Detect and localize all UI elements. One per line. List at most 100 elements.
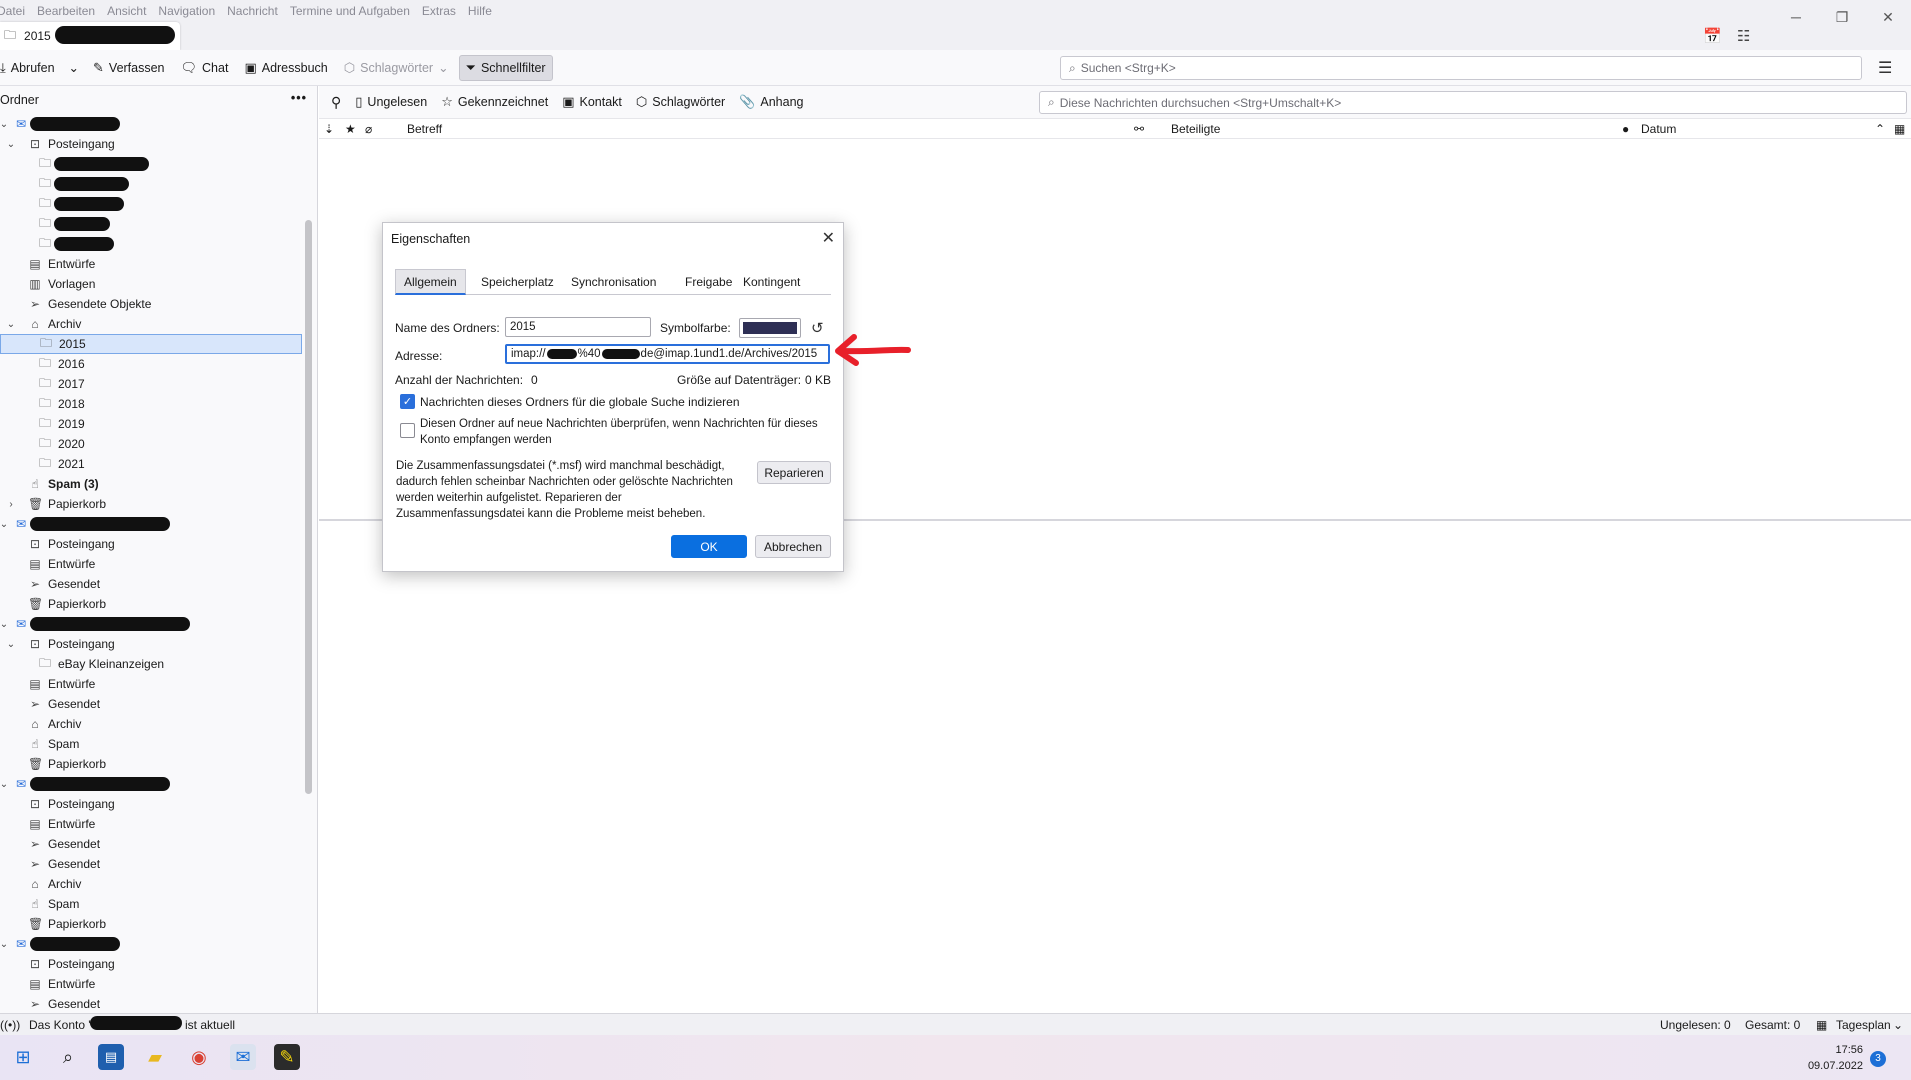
column-correspondents[interactable]: Beteiligte xyxy=(1171,122,1220,136)
tab-sharing[interactable]: Freigabe xyxy=(677,269,740,295)
thunderbird-icon[interactable]: ✉ xyxy=(230,1044,256,1070)
folder-name-input[interactable]: 2015 xyxy=(505,317,651,337)
filter-contact-button[interactable]: ▣ Kontakt xyxy=(562,94,622,110)
folder-row[interactable]: ➢ Gesendet xyxy=(0,574,302,594)
sticky-notes-icon[interactable]: ✎ xyxy=(274,1044,300,1070)
folder-row[interactable]: ➢ Gesendet xyxy=(0,994,302,1013)
folder-row[interactable]: ⌄ ✉ xyxy=(0,614,302,634)
folder-row[interactable]: ▤ Entwürfe xyxy=(0,974,302,994)
get-messages-button[interactable]: ⤓ Abrufen xyxy=(0,55,61,81)
tab-quota[interactable]: Kontingent xyxy=(735,269,808,295)
folder-row[interactable]: ⌄ ✉ xyxy=(0,514,302,534)
windows-start-icon[interactable]: ⊞ xyxy=(10,1044,36,1070)
ok-button[interactable]: OK xyxy=(671,535,747,558)
folder-row[interactable]: 🗀 2018 xyxy=(0,394,302,414)
get-messages-dropdown[interactable]: ⌄ xyxy=(65,55,83,81)
folder-row[interactable]: ⌂ Archiv xyxy=(0,874,302,894)
chevron-down-icon[interactable]: ⌄ xyxy=(0,779,10,790)
star-column-icon[interactable]: ★ xyxy=(345,122,356,136)
chevron-down-icon[interactable]: ⌄ xyxy=(1893,1018,1903,1032)
tab-general[interactable]: Allgemein xyxy=(395,269,466,295)
quickfilter-search-input[interactable]: ⌕ Diese Nachrichten durchsuchen <Strg+Um… xyxy=(1039,91,1907,114)
column-picker-icon[interactable]: ▦ xyxy=(1894,122,1905,136)
folder-row[interactable]: 🗑 Papierkorb xyxy=(0,914,302,934)
folder-row[interactable]: 🗀 xyxy=(0,194,302,214)
folder-row[interactable]: ⊡ Posteingang xyxy=(0,794,302,814)
index-label[interactable]: Nachrichten dieses Ordners für die globa… xyxy=(420,395,740,409)
chevron-down-icon[interactable]: ⌄ xyxy=(5,139,17,150)
chevron-down-icon[interactable]: ⌄ xyxy=(0,619,10,630)
folder-row[interactable]: ☝ Spam (3) xyxy=(0,474,302,494)
thread-column-icon[interactable]: ⚯ xyxy=(1134,122,1144,136)
folder-row[interactable]: 🗀 xyxy=(0,234,302,254)
folder-row[interactable]: ☝ Spam xyxy=(0,894,302,914)
folder-row[interactable]: ➢ Gesendet xyxy=(0,854,302,874)
chevron-down-icon[interactable]: ⌄ xyxy=(0,939,10,950)
folder-row[interactable]: 🗑 Papierkorb xyxy=(0,594,302,614)
folder-scrollbar[interactable] xyxy=(305,220,312,794)
folder-row[interactable]: 🗀 xyxy=(0,214,302,234)
tags-button[interactable]: ⬡ Schlagwörter ⌄ xyxy=(338,55,455,81)
filter-starred-button[interactable]: ☆ Gekennzeichnet xyxy=(441,94,548,110)
calendar-icon[interactable]: 📅 xyxy=(1703,27,1722,45)
folder-row[interactable]: ⊡ Posteingang xyxy=(0,954,302,974)
folder-row[interactable]: 🗀 2020 xyxy=(0,434,302,454)
addressbook-button[interactable]: ▣ Adressbuch xyxy=(238,55,333,81)
folder-row[interactable]: ⌄ ⊡ Posteingang xyxy=(0,634,302,654)
search-icon[interactable]: ⌕ xyxy=(55,1044,81,1070)
folder-row[interactable]: ⌄ ✉ xyxy=(0,774,302,794)
menu-view[interactable]: Ansicht xyxy=(107,4,146,18)
system-clock[interactable]: 17:56 09.07.2022 xyxy=(1808,1042,1863,1074)
folder-row[interactable]: ▤ Entwürfe xyxy=(0,554,302,574)
index-checkbox[interactable]: ✓ xyxy=(400,394,415,409)
chevron-down-icon[interactable]: ⌄ xyxy=(5,639,17,650)
address-input[interactable]: imap:// %40 de@imap.1und1.de/Archives/20… xyxy=(505,344,830,364)
chrome-icon[interactable]: ◉ xyxy=(186,1044,212,1070)
folder-row[interactable]: ➢ Gesendet xyxy=(0,834,302,854)
folder-row[interactable]: ⌄ ⌂ Archiv xyxy=(0,314,302,334)
folder-row[interactable]: ➢ Gesendet xyxy=(0,694,302,714)
tab-storage[interactable]: Speicherplatz xyxy=(473,269,562,295)
check-new-label[interactable]: Diesen Ordner auf neue Nachrichten überp… xyxy=(420,416,820,448)
folder-row[interactable]: 🗀 xyxy=(0,174,302,194)
chat-button[interactable]: 🗨 Chat xyxy=(175,55,235,81)
folder-row[interactable]: ☝ Spam xyxy=(0,734,302,754)
folder-row[interactable]: ▤ Entwürfe xyxy=(0,814,302,834)
more-options-icon[interactable]: ••• xyxy=(291,91,307,105)
folder-row[interactable]: 🗀 2015 xyxy=(0,334,302,354)
cancel-button[interactable]: Abbrechen xyxy=(755,535,831,558)
menu-events[interactable]: Termine und Aufgaben xyxy=(290,4,410,18)
folder-row[interactable]: › 🗑 Papierkorb xyxy=(0,494,302,514)
folder-row[interactable]: 🗀 2019 xyxy=(0,414,302,434)
chevron-down-icon[interactable]: ⌄ xyxy=(5,319,17,330)
store-icon[interactable]: ▤ xyxy=(98,1044,124,1070)
notification-badge[interactable]: 3 xyxy=(1870,1051,1886,1067)
tab-folder-2015[interactable]: 🗀 2015 xyxy=(0,22,180,50)
sticky-filter-button[interactable]: ⚲ xyxy=(331,94,341,111)
global-search-input[interactable]: ⌕ Suchen <Strg+K> xyxy=(1060,56,1862,80)
tab-sync[interactable]: Synchronisation xyxy=(563,269,664,295)
today-pane-toggle[interactable]: Tagesplan xyxy=(1836,1018,1891,1032)
filter-unread-button[interactable]: ▯ Ungelesen xyxy=(355,94,427,110)
menu-edit[interactable]: Bearbeiten xyxy=(37,4,95,18)
menu-go[interactable]: Navigation xyxy=(158,4,215,18)
folder-row[interactable]: ⌄ ✉ xyxy=(0,934,302,954)
sort-ascending-icon[interactable]: ⌃ xyxy=(1875,122,1885,136)
close-icon[interactable]: ✕ xyxy=(822,228,835,248)
column-date[interactable]: Datum xyxy=(1641,122,1676,136)
icon-color-picker[interactable] xyxy=(739,318,801,338)
folder-row[interactable]: ▤ Entwürfe xyxy=(0,254,302,274)
menu-file[interactable]: Datei xyxy=(0,4,25,18)
reset-color-icon[interactable]: ↺ xyxy=(811,319,824,337)
column-subject[interactable]: Betreff xyxy=(407,122,442,136)
tasks-icon[interactable]: ☷ xyxy=(1737,27,1750,45)
chevron-down-icon[interactable]: ⌄ xyxy=(0,519,10,530)
folder-row[interactable]: 🗀 xyxy=(0,154,302,174)
chevron-right-icon[interactable]: › xyxy=(5,499,17,510)
folder-row[interactable]: ▥ Vorlagen xyxy=(0,274,302,294)
folder-row[interactable]: 🗀 eBay Kleinanzeigen xyxy=(0,654,302,674)
filter-tags-button[interactable]: ⬡ Schlagwörter xyxy=(636,94,725,110)
quickfilter-button[interactable]: ⏷ Schnellfilter xyxy=(458,54,553,81)
folder-row[interactable]: ⌂ Archiv xyxy=(0,714,302,734)
folder-row[interactable]: ➢ Gesendete Objekte xyxy=(0,294,302,314)
